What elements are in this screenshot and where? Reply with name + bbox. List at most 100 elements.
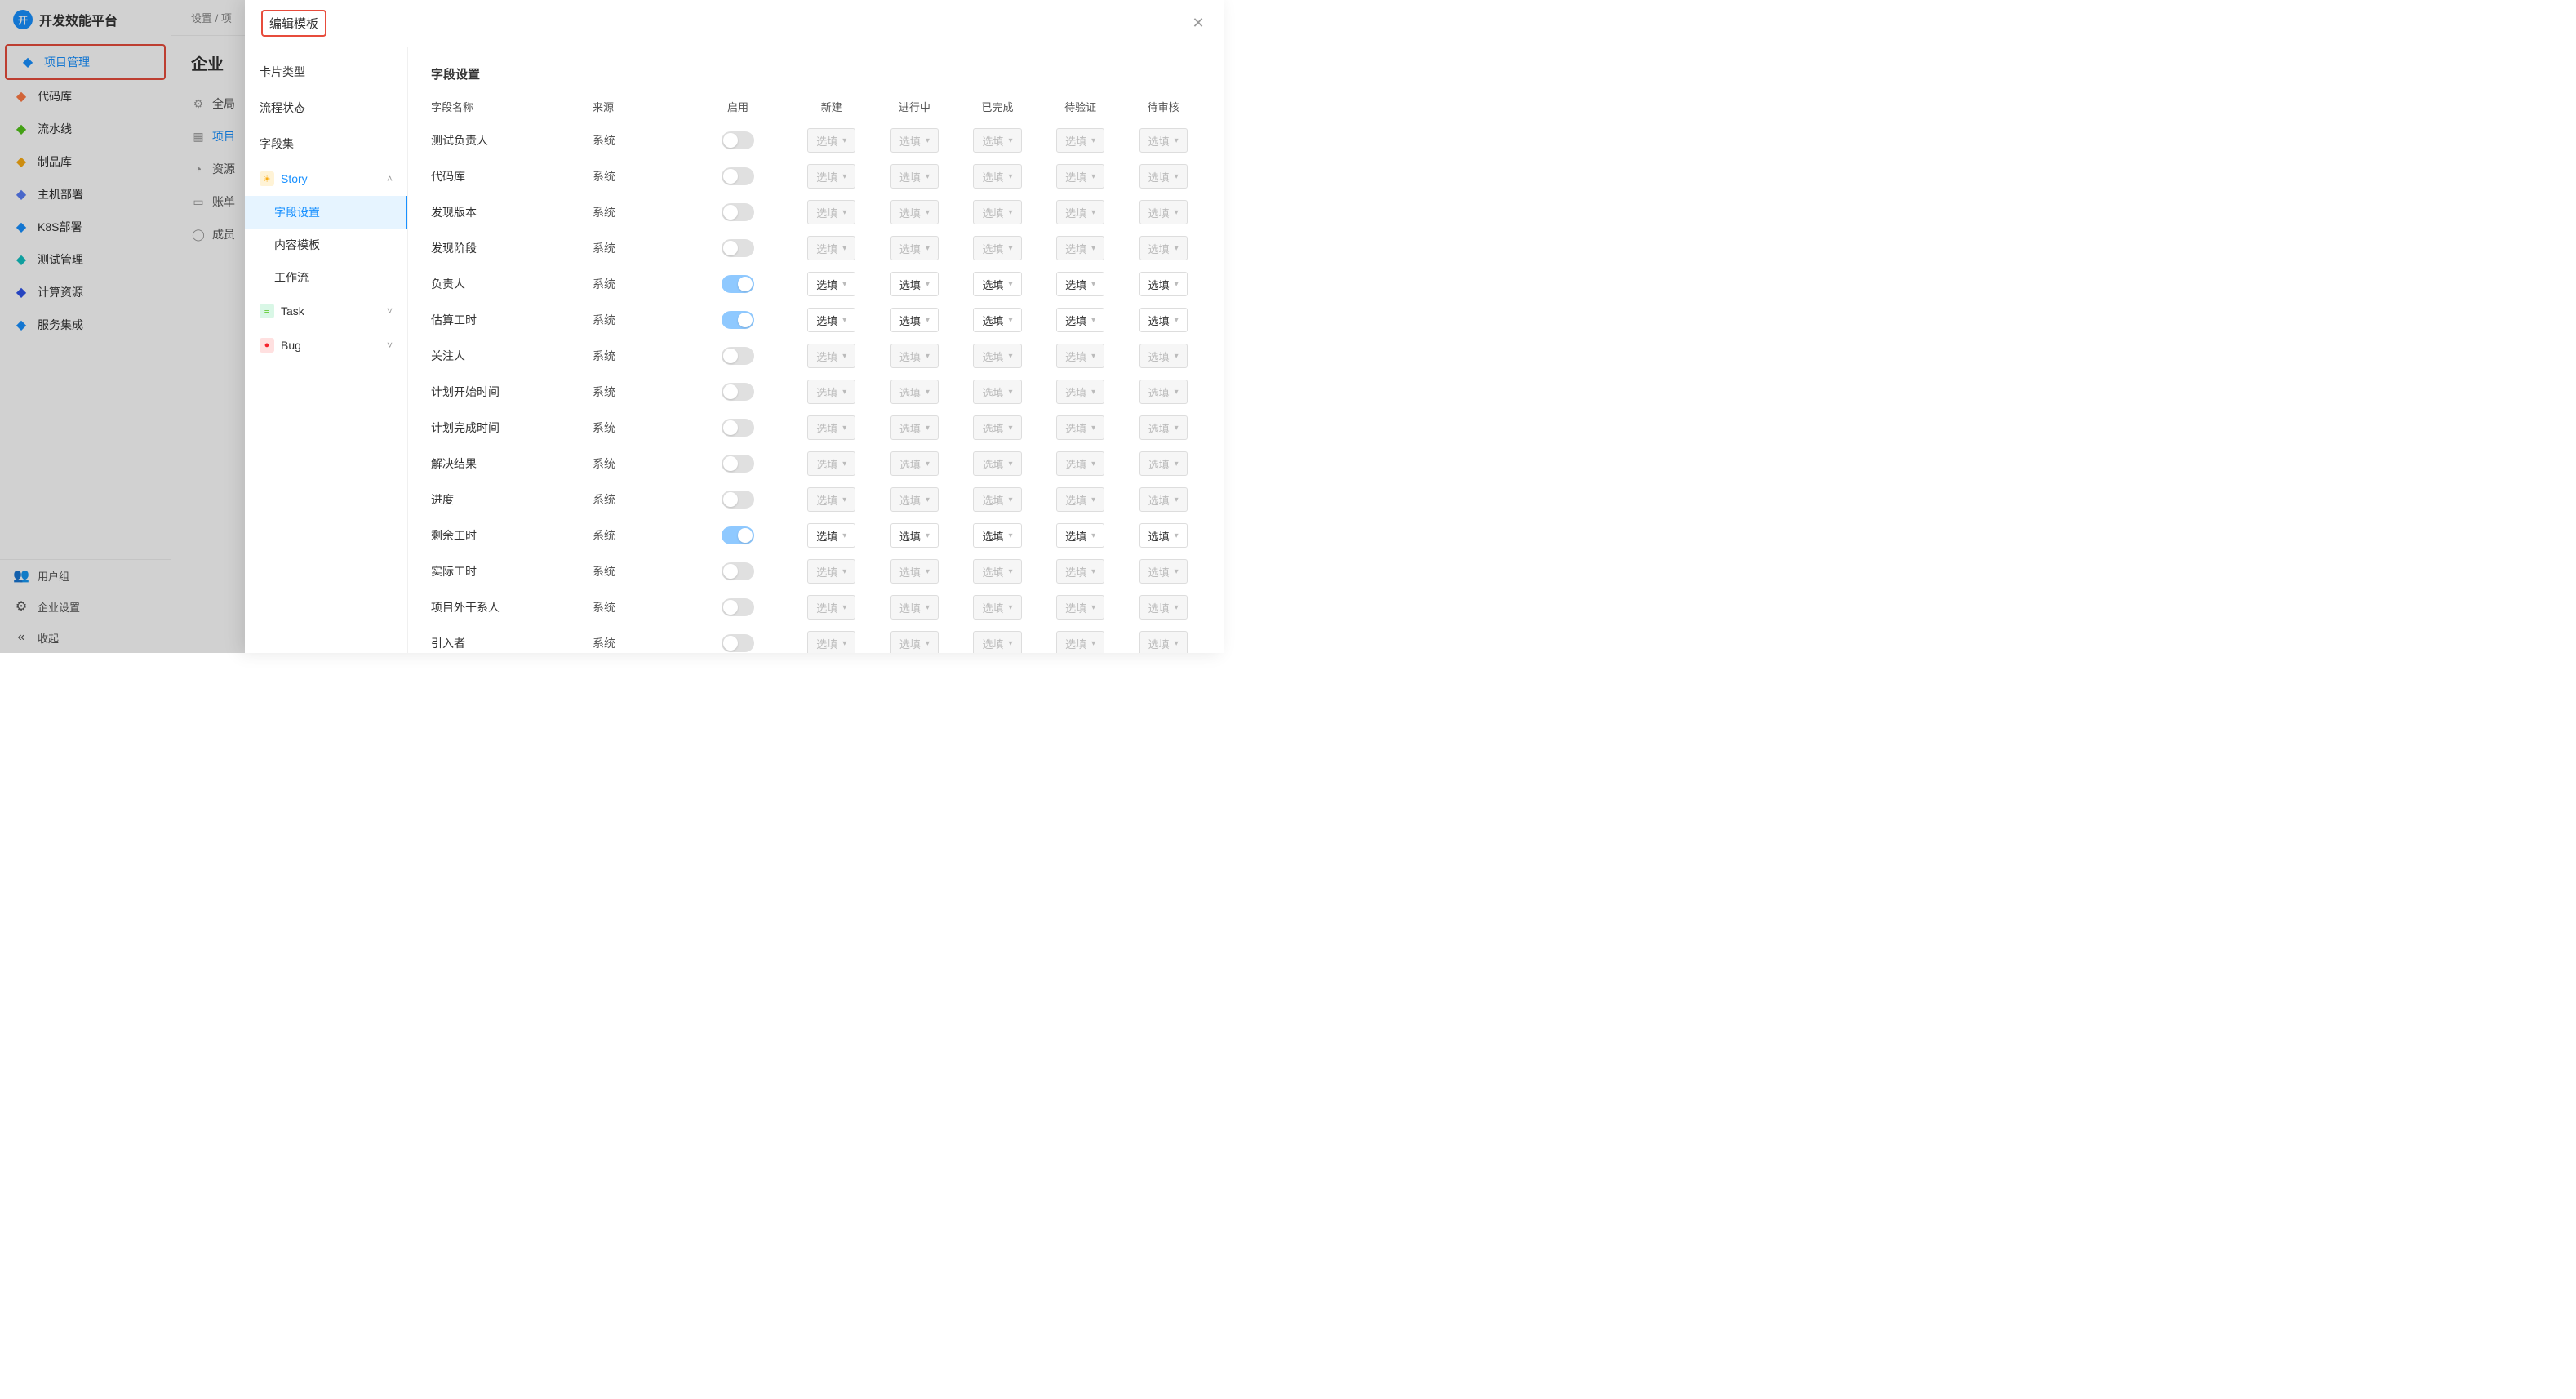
chevron-down-icon: ▾: [1091, 316, 1095, 325]
enable-toggle[interactable]: [722, 598, 754, 616]
chevron-down-icon: ▾: [1091, 352, 1095, 361]
drawer-sidebar: 卡片类型流程状态字段集☀Story˄字段设置内容模板工作流≡Task˅●Bug˅: [245, 47, 408, 653]
field-row: 负责人系统选填▾选填▾选填▾选填▾选填▾: [431, 266, 1201, 302]
enable-toggle[interactable]: [722, 526, 754, 544]
chevron-down-icon: ▾: [1008, 136, 1012, 145]
requirement-select[interactable]: 选填▾: [1056, 308, 1104, 332]
enable-toggle[interactable]: [722, 275, 754, 293]
enable-toggle[interactable]: [722, 455, 754, 473]
requirement-select: 选填▾: [1056, 631, 1104, 653]
requirement-select[interactable]: 选填▾: [973, 308, 1021, 332]
requirement-select[interactable]: 选填▾: [890, 308, 939, 332]
side-item-flow-status[interactable]: 流程状态: [245, 90, 407, 126]
enable-toggle[interactable]: [722, 562, 754, 580]
requirement-select: 选填▾: [807, 631, 855, 653]
requirement-select[interactable]: 选填▾: [1139, 523, 1188, 548]
task-type-icon: ≡: [260, 304, 274, 318]
requirement-select: 选填▾: [890, 415, 939, 440]
select-label: 选填: [899, 456, 921, 472]
enable-toggle[interactable]: [722, 419, 754, 437]
select-label: 选填: [982, 456, 1003, 472]
requirement-select[interactable]: 选填▾: [1139, 308, 1188, 332]
close-icon[interactable]: ✕: [1188, 14, 1208, 33]
side-item-card-type[interactable]: 卡片类型: [245, 54, 407, 90]
enable-toggle[interactable]: [722, 311, 754, 329]
select-label: 选填: [899, 241, 921, 256]
enable-toggle[interactable]: [722, 203, 754, 221]
select-label: 选填: [1065, 492, 1086, 508]
field-name: 负责人: [431, 276, 586, 292]
requirement-select: 选填▾: [1056, 128, 1104, 153]
requirement-select[interactable]: 选填▾: [807, 523, 855, 548]
select-label: 选填: [982, 349, 1003, 364]
requirement-select: 选填▾: [807, 128, 855, 153]
chevron-down-icon: ▾: [842, 280, 846, 289]
chevron-down-icon: ▾: [1008, 639, 1012, 648]
side-item-field-set[interactable]: 字段集: [245, 126, 407, 162]
field-source: 系统: [593, 563, 682, 580]
select-label: 选填: [899, 313, 921, 328]
side-group-story[interactable]: ☀Story˄: [245, 162, 407, 196]
field-row: 代码库系统选填▾选填▾选填▾选填▾选填▾: [431, 158, 1201, 194]
requirement-select[interactable]: 选填 ▾: [807, 272, 855, 296]
field-name: 发现版本: [431, 204, 586, 220]
field-name: 进度: [431, 491, 586, 508]
story-type-icon: ☀: [260, 171, 274, 186]
select-label: 选填: [1148, 169, 1170, 184]
select-label: 选填: [982, 492, 1003, 508]
select-label: 选填: [816, 277, 837, 292]
requirement-select[interactable]: 选填▾: [890, 272, 939, 296]
select-label: 选填: [1148, 564, 1170, 580]
requirement-select: 选填▾: [890, 595, 939, 620]
requirement-select: 选填▾: [807, 236, 855, 260]
requirement-select[interactable]: 选填▾: [1056, 272, 1104, 296]
requirement-select: 选填▾: [1139, 595, 1188, 620]
enable-toggle[interactable]: [722, 347, 754, 365]
side-sub-workflow[interactable]: 工作流: [245, 261, 407, 294]
select-label: 选填: [816, 205, 837, 220]
requirement-select: 选填▾: [973, 631, 1021, 653]
field-row: 实际工时系统选填▾选填▾选填▾选填▾选填▾: [431, 553, 1201, 589]
enable-toggle[interactable]: [722, 239, 754, 257]
side-sub-content-template[interactable]: 内容模板: [245, 229, 407, 261]
chevron-down-icon: ▾: [842, 208, 846, 217]
field-source: 系统: [593, 312, 682, 328]
requirement-select: 选填▾: [1056, 451, 1104, 476]
requirement-select[interactable]: 选填▾: [973, 272, 1021, 296]
chevron-down-icon: ▾: [1175, 208, 1179, 217]
chevron-down-icon: ▾: [926, 172, 930, 181]
requirement-select[interactable]: 选填▾: [973, 523, 1021, 548]
select-label: 选填: [1148, 313, 1170, 328]
field-source: 系统: [593, 455, 682, 472]
side-sub-field-settings[interactable]: 字段设置: [245, 196, 407, 229]
select-label: 选填: [816, 456, 837, 472]
side-group-task[interactable]: ≡Task˅: [245, 294, 407, 328]
requirement-select: 选填▾: [973, 200, 1021, 224]
select-label: 选填: [982, 205, 1003, 220]
select-label: 选填: [816, 564, 837, 580]
enable-toggle[interactable]: [722, 383, 754, 401]
chevron-down-icon: ▾: [926, 567, 930, 576]
requirement-select[interactable]: 选填▾: [890, 523, 939, 548]
enable-toggle[interactable]: [722, 167, 754, 185]
select-label: 选填: [899, 205, 921, 220]
select-label: 选填: [899, 564, 921, 580]
requirement-select[interactable]: 选填▾: [1139, 272, 1188, 296]
select-label: 选填: [1065, 564, 1086, 580]
chevron-down-icon: ▾: [842, 603, 846, 612]
chevron-down-icon: ▾: [926, 639, 930, 648]
requirement-select[interactable]: 选填▾: [807, 308, 855, 332]
requirement-select: 选填▾: [807, 451, 855, 476]
enable-toggle[interactable]: [722, 131, 754, 149]
side-group-bug[interactable]: ●Bug˅: [245, 328, 407, 362]
select-label: 选填: [982, 528, 1003, 544]
requirement-select: 选填▾: [1056, 415, 1104, 440]
select-label: 选填: [816, 492, 837, 508]
enable-toggle[interactable]: [722, 634, 754, 652]
select-label: 选填: [1065, 600, 1086, 615]
requirement-select: 选填▾: [807, 344, 855, 368]
requirement-select[interactable]: 选填▾: [1056, 523, 1104, 548]
enable-toggle[interactable]: [722, 491, 754, 509]
select-label: 选填: [1148, 456, 1170, 472]
requirement-select: 选填▾: [807, 380, 855, 404]
